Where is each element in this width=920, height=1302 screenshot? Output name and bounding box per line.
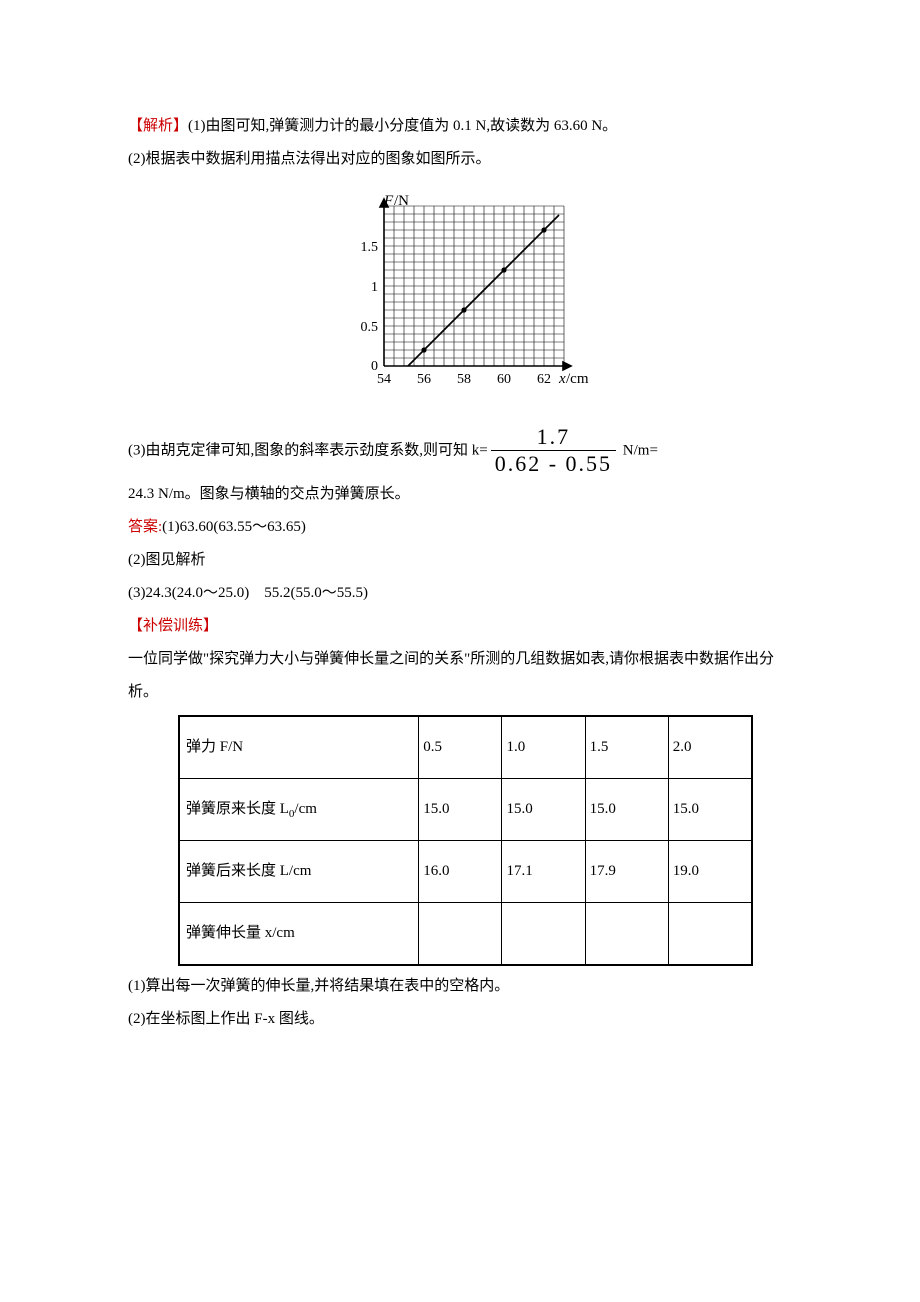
cell: 15.0 xyxy=(585,778,668,840)
cell xyxy=(419,902,502,965)
answers-label: 答案: xyxy=(128,519,162,535)
chart-svg: F /N x /cm xyxy=(334,191,594,391)
data-table-wrap: 弹力 F/N 0.5 1.0 1.5 2.0 弹簧原来长度 L0/cm 15.0… xyxy=(178,715,800,966)
analysis-p1: (1)由图可知,弹簧测力计的最小分度值为 0.1 N,故读数为 63.60 N。 xyxy=(188,118,617,134)
analysis-p3-pre: (3)由胡克定律可知,图象的斜率表示劲度系数,则可知 k= xyxy=(128,442,488,458)
supplement-intro: 一位同学做"探究弹力大小与弹簧伸长量之间的关系"所测的几组数据如表,请你根据表中… xyxy=(128,643,800,709)
analysis-line-3: (3)由胡克定律可知,图象的斜率表示劲度系数,则可知 k=1.70.62 - 0… xyxy=(128,424,800,478)
frac-den: 0.62 - 0.55 xyxy=(491,450,616,477)
supplement-label: 【补偿训练】 xyxy=(128,610,800,643)
answer-3: (3)24.3(24.0～25.0) 55.2(55.0～55.5) xyxy=(128,577,800,610)
analysis-label: 【解析】 xyxy=(128,118,188,134)
k-fraction: 1.70.62 - 0.55 xyxy=(491,424,616,478)
data-table: 弹力 F/N 0.5 1.0 1.5 2.0 弹簧原来长度 L0/cm 15.0… xyxy=(178,715,753,966)
row-header: 弹簧原来长度 L0/cm xyxy=(179,778,419,840)
xlabel-cm: /cm xyxy=(566,371,589,387)
ytick-0-5: 0.5 xyxy=(361,320,379,335)
ytick-0: 0 xyxy=(371,359,378,374)
answer-1: (1)63.60(63.55～63.65) xyxy=(162,519,306,535)
row-header: 弹簧后来长度 L/cm xyxy=(179,840,419,902)
cell xyxy=(502,902,585,965)
cell: 2.0 xyxy=(668,716,752,779)
xtick-labels: 54 56 58 60 62 xyxy=(377,372,551,387)
cell: 1.0 xyxy=(502,716,585,779)
row-header: 弹簧伸长量 x/cm xyxy=(179,902,419,965)
analysis-p2: (2)根据表中数据利用描点法得出对应的图象如图所示。 xyxy=(128,143,800,176)
table-row: 弹簧后来长度 L/cm 16.0 17.1 17.9 19.0 xyxy=(179,840,752,902)
table-row: 弹簧原来长度 L0/cm 15.0 15.0 15.0 15.0 xyxy=(179,778,752,840)
cell: 0.5 xyxy=(419,716,502,779)
supplement-q1: (1)算出每一次弹簧的伸长量,并将结果填在表中的空格内。 xyxy=(128,970,800,1003)
chart-container: F /N x /cm xyxy=(128,191,800,404)
cell: 15.0 xyxy=(668,778,752,840)
cell: 16.0 xyxy=(419,840,502,902)
cell xyxy=(668,902,752,965)
xtick-54: 54 xyxy=(377,372,391,387)
frac-num: 1.7 xyxy=(491,424,616,450)
table-row: 弹力 F/N 0.5 1.0 1.5 2.0 xyxy=(179,716,752,779)
cell: 17.9 xyxy=(585,840,668,902)
answers-line-1: 答案:(1)63.60(63.55～63.65) xyxy=(128,511,800,544)
ylabel-n: /N xyxy=(394,193,409,209)
analysis-line-1: 【解析】(1)由图可知,弹簧测力计的最小分度值为 0.1 N,故读数为 63.6… xyxy=(128,110,800,143)
analysis-p4: 24.3 N/m。图象与横轴的交点为弹簧原长。 xyxy=(128,478,800,511)
cell: 15.0 xyxy=(502,778,585,840)
chart-axes xyxy=(380,199,571,370)
answer-2: (2)图见解析 xyxy=(128,544,800,577)
xtick-58: 58 xyxy=(457,372,471,387)
cell: 17.1 xyxy=(502,840,585,902)
xtick-56: 56 xyxy=(417,372,431,387)
row-header: 弹力 F/N xyxy=(179,716,419,779)
cell: 19.0 xyxy=(668,840,752,902)
xlabel-x: x xyxy=(558,371,566,387)
xtick-62: 62 xyxy=(537,372,551,387)
ytick-labels: 0 0.5 1 1.5 xyxy=(361,240,379,374)
chart-grid xyxy=(384,206,564,366)
analysis-p3-post: N/m= xyxy=(619,442,658,458)
ytick-1-5: 1.5 xyxy=(361,240,379,255)
cell: 15.0 xyxy=(419,778,502,840)
ytick-1-0: 1 xyxy=(371,280,378,295)
fit-line xyxy=(408,215,559,366)
cell: 1.5 xyxy=(585,716,668,779)
table-row: 弹簧伸长量 x/cm xyxy=(179,902,752,965)
xtick-60: 60 xyxy=(497,372,511,387)
cell xyxy=(585,902,668,965)
supplement-q2: (2)在坐标图上作出 F-x 图线。 xyxy=(128,1003,800,1036)
